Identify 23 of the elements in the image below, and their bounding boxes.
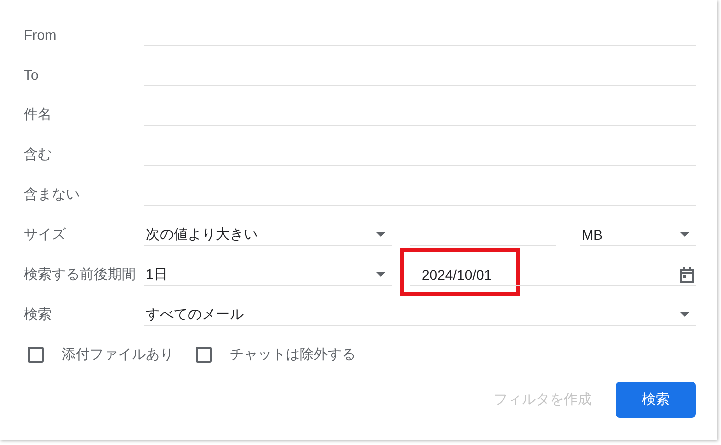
dropdown[interactable]: すべてのメール <box>144 304 696 326</box>
field-label: 検索する前後期間 <box>24 266 137 284</box>
field-label: サイズ <box>24 226 67 244</box>
checkbox-label: チャットは除外する <box>230 346 356 364</box>
calendar-icon[interactable] <box>680 266 694 282</box>
checkbox-label: 添付ファイルあり <box>62 346 174 364</box>
field-label: From <box>24 27 58 43</box>
dropdown-caret-icon <box>680 312 690 317</box>
field-label: 含む <box>24 146 53 164</box>
dropdown[interactable]: 次の値より大きい <box>144 224 392 246</box>
field-label: 件名 <box>24 106 53 124</box>
dropdown-caret-icon <box>680 232 690 237</box>
field-label: To <box>24 67 40 83</box>
field-label: 検索 <box>24 306 53 324</box>
dropdown-caret-icon <box>376 272 386 277</box>
dropdown[interactable]: 1日 <box>144 264 392 286</box>
checkbox[interactable] <box>196 347 212 363</box>
field-label: 含まない <box>24 186 81 204</box>
dropdown[interactable]: MB <box>580 224 696 246</box>
dropdown-caret-icon <box>376 232 386 237</box>
date-field[interactable]: 2024/10/01 <box>410 264 696 286</box>
checkbox[interactable] <box>28 347 44 363</box>
search-button[interactable]: 検索 <box>616 382 696 418</box>
